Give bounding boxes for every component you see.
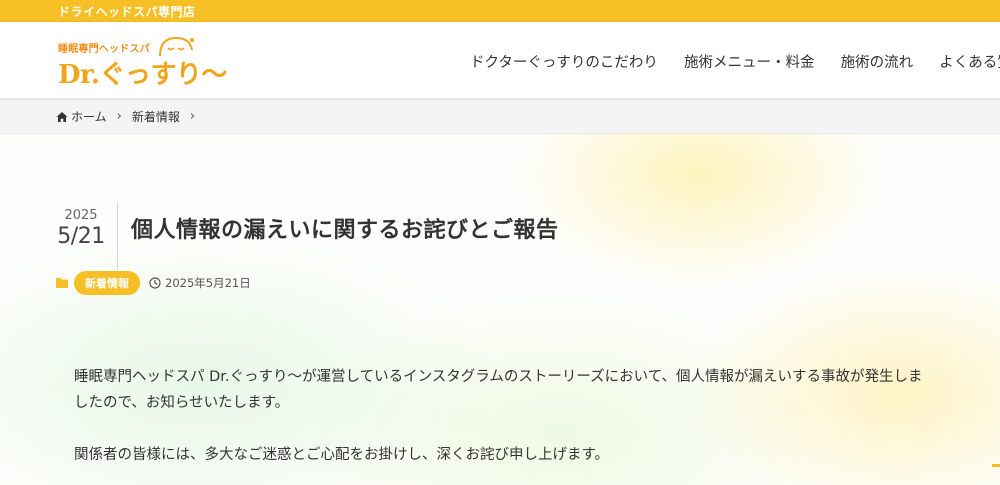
post-month-day: 5/21 bbox=[57, 224, 105, 249]
top-bar-text: ドライヘッドスパ専門店 bbox=[58, 5, 196, 19]
nav-item-treatment-flow[interactable]: 施術の流れ bbox=[841, 51, 914, 72]
site-logo[interactable]: 睡眠専門ヘッドスパ Dr.ぐっすり〜 bbox=[58, 36, 227, 90]
category-badge[interactable]: 新着情報 bbox=[74, 271, 140, 295]
published-date: 2025年5月21日 bbox=[165, 276, 251, 290]
logo-subtitle: 睡眠専門ヘッドスパ bbox=[58, 44, 150, 55]
nav-item-menu-pricing[interactable]: 施術メニュー・料金 bbox=[684, 51, 815, 72]
post-year: 2025 bbox=[64, 208, 98, 223]
sleeping-face-icon bbox=[159, 36, 194, 57]
clock-icon bbox=[149, 277, 161, 289]
article-area: 2025 5/21 個人情報の漏えいに関するお詫びとご報告 新着情報 2025年… bbox=[0, 134, 1000, 485]
breadcrumb-separator: › bbox=[116, 109, 122, 124]
page-title: 個人情報の漏えいに関するお詫びとご報告 bbox=[131, 218, 559, 243]
nav-item-commitment[interactable]: ドクターぐっすりのこだわり bbox=[470, 51, 658, 72]
breadcrumb: ホーム › 新着情報 › bbox=[56, 108, 205, 125]
breadcrumb-bar: ホーム › 新着情報 › bbox=[0, 98, 1000, 134]
body-paragraph: 睡眠専門ヘッドスパ Dr.ぐっすり〜が運営しているインスタグラムのストーリーズに… bbox=[74, 369, 923, 411]
main-navigation: ドクターぐっすりのこだわり 施術メニュー・料金 施術の流れ よくある質問 bbox=[470, 51, 1000, 73]
post-date-block: 2025 5/21 bbox=[56, 208, 106, 249]
breadcrumb-separator: › bbox=[189, 109, 196, 124]
breadcrumb-home[interactable]: ホーム bbox=[71, 108, 107, 125]
logo-name: Dr.ぐっすり〜 bbox=[58, 60, 227, 90]
article-body: 睡眠専門ヘッドスパ Dr.ぐっすり〜が運営しているインスタグラムのストーリーズに… bbox=[74, 364, 934, 485]
top-announcement-bar: ドライヘッドスパ専門店 bbox=[0, 0, 1000, 22]
side-accent-mark bbox=[992, 464, 1000, 467]
body-paragraph: 関係者の皆様には、多大なご迷惑とご心配をお掛けし、深くお詫び申し上げます。 bbox=[74, 447, 610, 463]
nav-item-faq[interactable]: よくある質問 bbox=[939, 51, 1000, 72]
folder-icon bbox=[56, 278, 68, 288]
date-divider bbox=[117, 202, 118, 270]
site-header: 睡眠専門ヘッドスパ Dr.ぐっすり〜 ドクターぐっすりのこだわり 施術メニュー・… bbox=[0, 22, 1000, 98]
post-meta: 新着情報 2025年5月21日 bbox=[56, 271, 251, 295]
breadcrumb-category[interactable]: 新着情報 bbox=[132, 108, 180, 125]
home-icon bbox=[56, 111, 68, 122]
